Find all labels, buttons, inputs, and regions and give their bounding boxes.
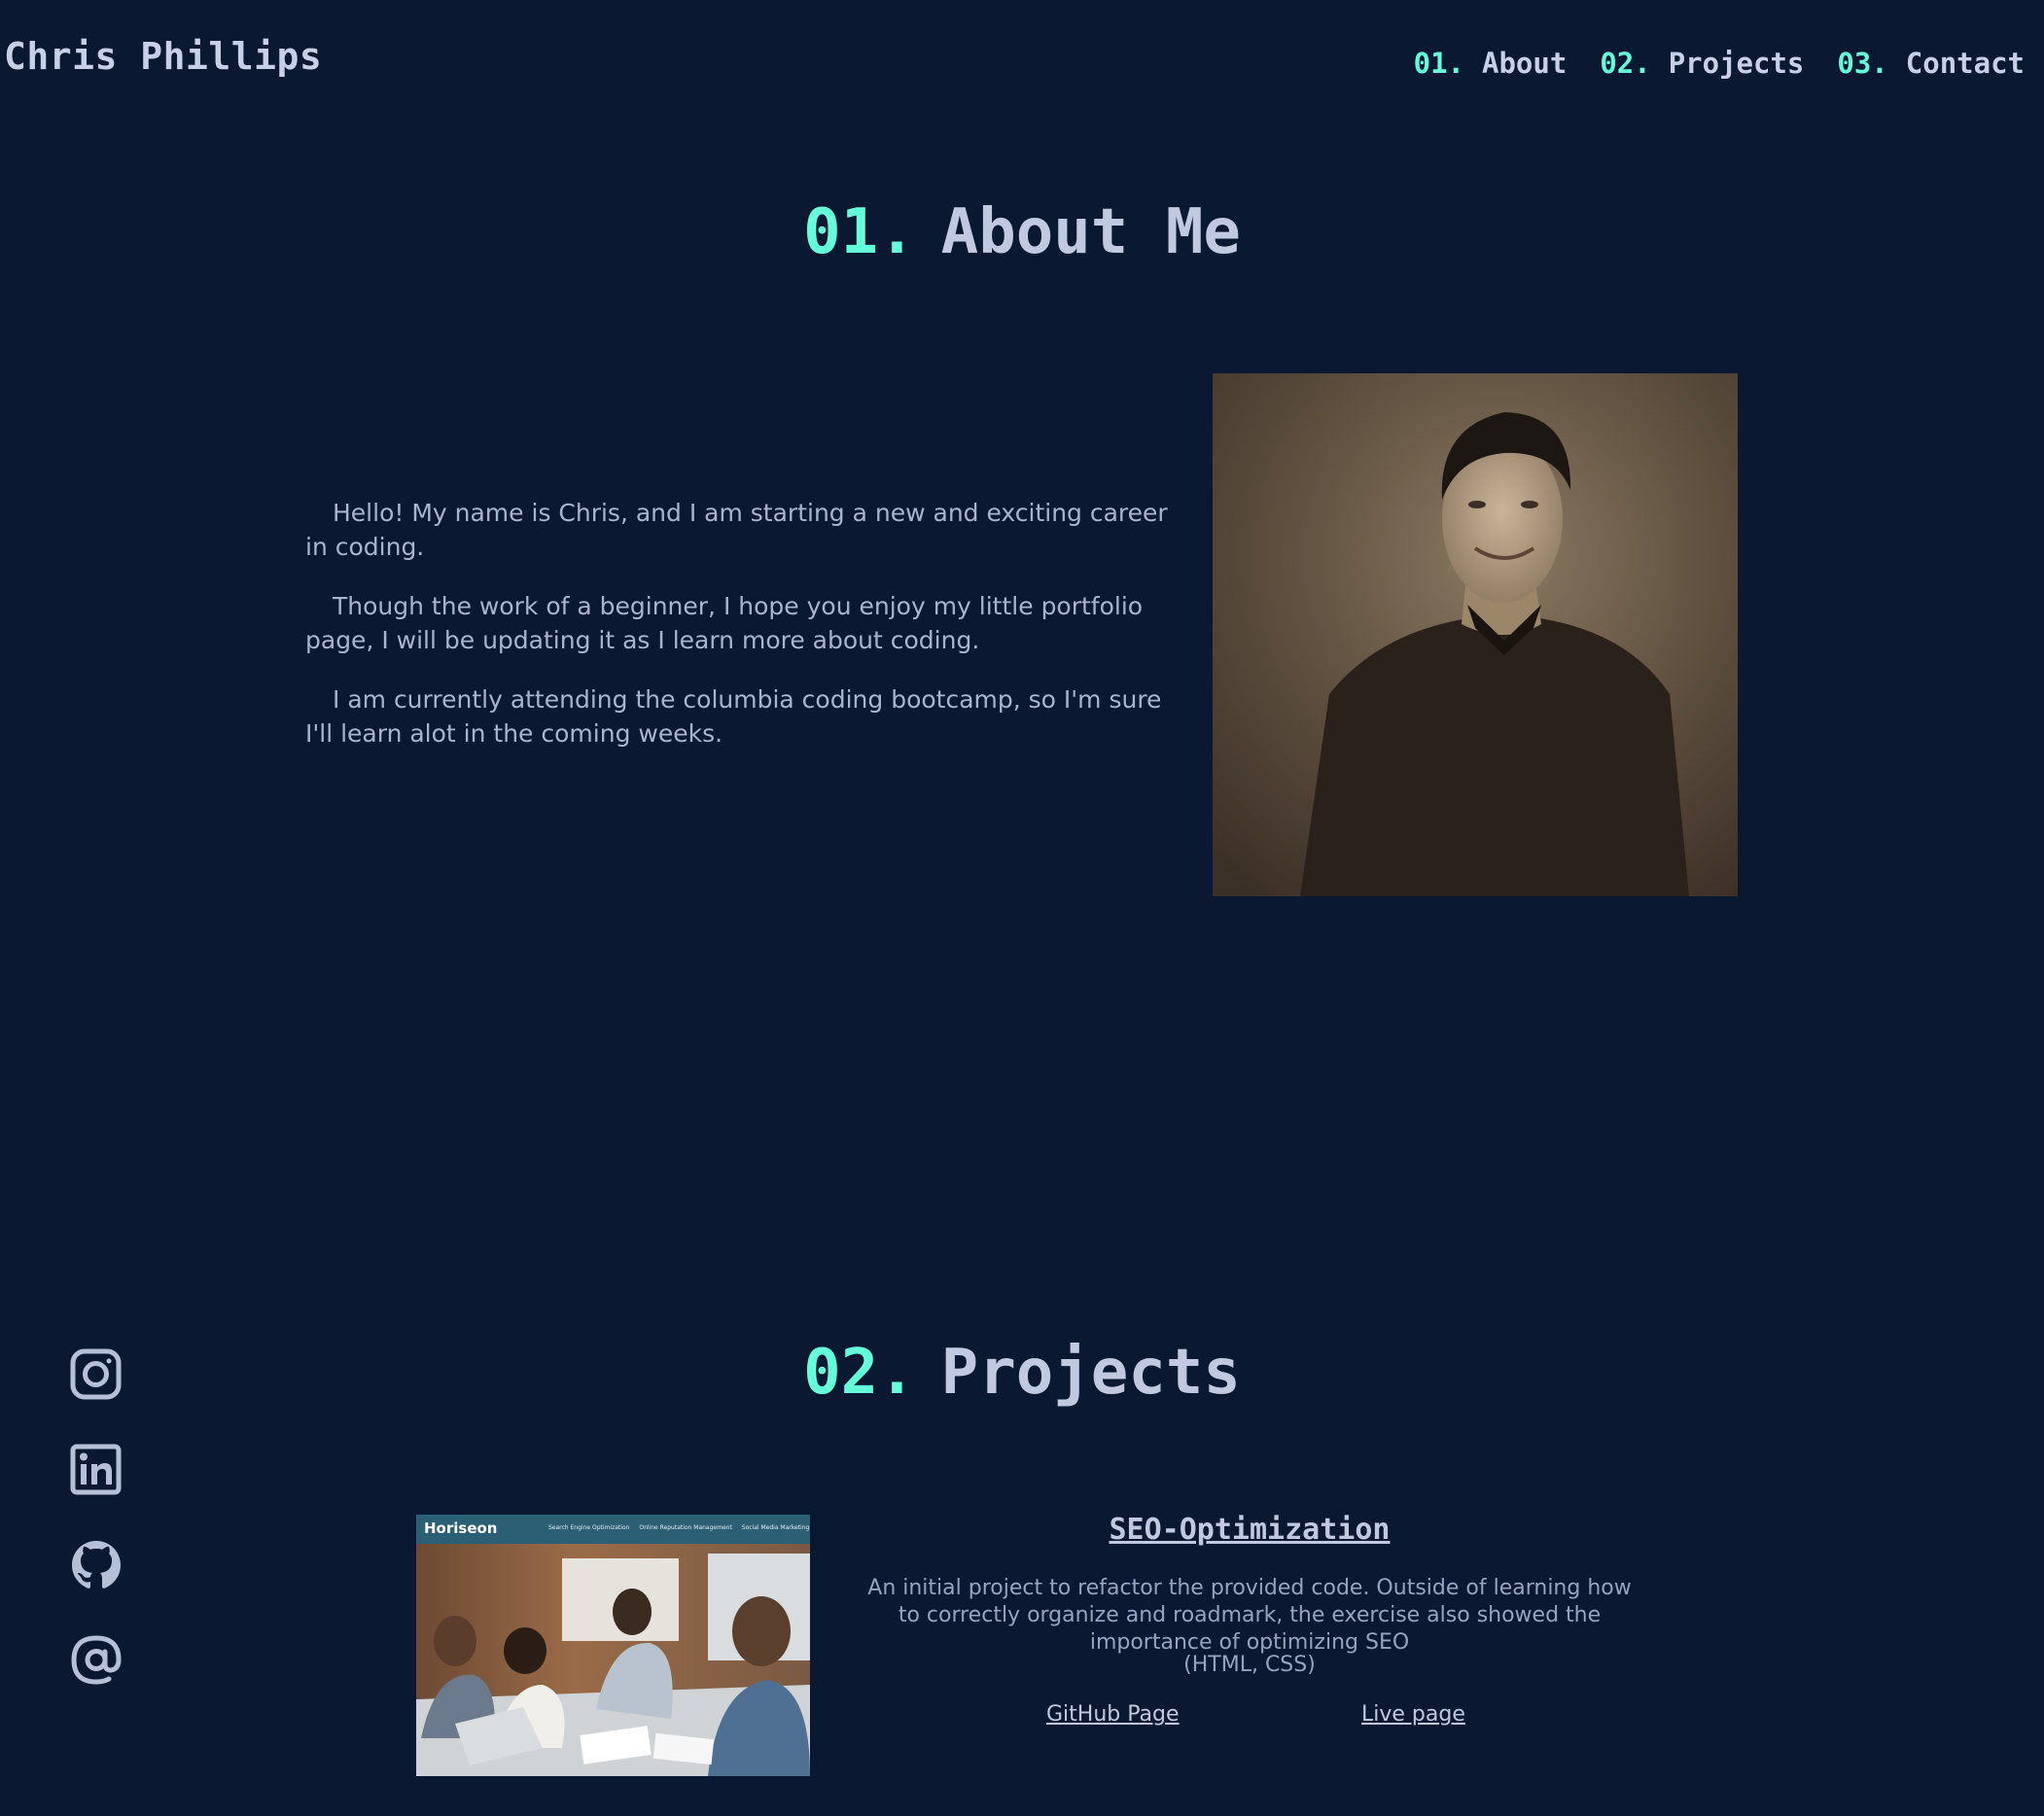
about-text: Hello! My name is Chris, and I am starti… bbox=[305, 496, 1190, 776]
thumbnail-nav-item: Social Media Marketing bbox=[741, 1524, 810, 1531]
linkedin-icon[interactable] bbox=[68, 1444, 124, 1495]
about-heading-text: About Me bbox=[940, 196, 1241, 268]
thumbnail-nav: Search Engine Optimization Online Reputa… bbox=[548, 1524, 809, 1531]
project-tech: (HTML, CSS) bbox=[1183, 1653, 1316, 1677]
projects-heading: 02. Projects bbox=[0, 1337, 2044, 1409]
about-paragraph: Hello! My name is Chris, and I am starti… bbox=[305, 499, 1168, 561]
projects-heading-text: Projects bbox=[940, 1337, 1241, 1409]
project-thumbnail[interactable]: Horiseon Search Engine Optimization Onli… bbox=[416, 1515, 810, 1776]
nav-contact[interactable]: 03. Contact bbox=[1837, 47, 2025, 80]
about-heading: 01. About Me bbox=[0, 196, 2044, 268]
thumbnail-nav-item: Search Engine Optimization bbox=[548, 1524, 630, 1531]
about-heading-number: 01. bbox=[803, 196, 916, 268]
at-sign-icon[interactable] bbox=[68, 1634, 124, 1686]
github-icon[interactable] bbox=[68, 1539, 124, 1590]
nav-projects-label: Projects bbox=[1668, 47, 1805, 80]
profile-photo bbox=[1213, 373, 1738, 896]
live-page-link[interactable]: Live page bbox=[1361, 1702, 1465, 1727]
nav-about[interactable]: 01. About bbox=[1414, 47, 1568, 80]
main-nav: 01. About 02. Projects 03. Contact bbox=[1414, 47, 2025, 80]
project-title-link[interactable]: SEO-Optimization bbox=[861, 1513, 1639, 1547]
thumbnail-nav-item: Online Reputation Management bbox=[639, 1524, 732, 1531]
about-paragraph: I am currently attending the columbia co… bbox=[305, 685, 1162, 748]
nav-contact-label: Contact bbox=[1905, 47, 2025, 80]
nav-projects[interactable]: 02. Projects bbox=[1600, 47, 1804, 80]
site-brand[interactable]: Chris Phillips bbox=[4, 35, 322, 78]
project-description: An initial project to refactor the provi… bbox=[867, 1576, 1632, 1655]
thumbnail-brand: Horiseon bbox=[424, 1519, 498, 1537]
nav-about-label: About bbox=[1482, 47, 1568, 80]
nav-contact-number: 03. bbox=[1837, 47, 1888, 80]
nav-projects-number: 02. bbox=[1600, 47, 1651, 80]
about-paragraph: Though the work of a beginner, I hope yo… bbox=[305, 592, 1144, 654]
projects-heading-number: 02. bbox=[803, 1337, 916, 1409]
github-page-link[interactable]: GitHub Page bbox=[1046, 1702, 1180, 1727]
nav-about-number: 01. bbox=[1413, 47, 1464, 80]
